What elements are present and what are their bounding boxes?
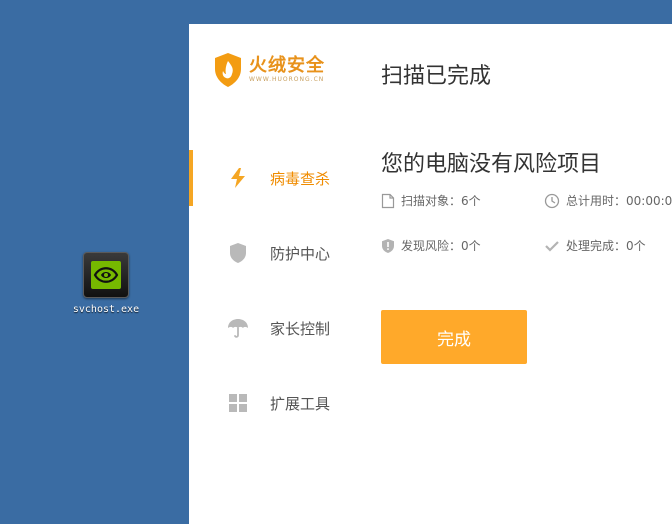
sidebar-nav: 病毒查杀 防护中心 家长控制 扩展工具 [189, 150, 359, 450]
stat-elapsed-text: 总计用时：00:00:08 [566, 194, 672, 208]
stat-scanned: 扫描对象：6个 [381, 192, 481, 209]
sidebar-item-label: 病毒查杀 [270, 170, 331, 188]
sidebar: 火绒安全 WWW.HUORONG.CN 病毒查杀 防护中心 家长控制 扩展工具 [189, 24, 359, 524]
shield-alert-icon [382, 238, 394, 253]
umbrella-icon [228, 319, 248, 338]
shield-flame-icon [215, 53, 241, 87]
logo: 火绒安全 WWW.HUORONG.CN [213, 52, 325, 88]
sidebar-item-virus-scan[interactable]: 病毒查杀 [189, 150, 359, 206]
document-icon [381, 193, 395, 208]
grid-icon [229, 394, 247, 412]
stat-risks: 发现风险：0个 [381, 237, 481, 254]
stat-handled-text: 处理完成：0个 [566, 239, 646, 253]
sidebar-item-parental-control[interactable]: 家长控制 [189, 300, 359, 356]
active-indicator [189, 150, 193, 206]
page-title: 扫描已完成 [381, 64, 492, 89]
app-window: 火绒安全 WWW.HUORONG.CN 病毒查杀 防护中心 家长控制 扩展工具 … [189, 24, 672, 524]
sidebar-item-label: 防护中心 [270, 245, 331, 263]
desktop-icon-svchost[interactable]: svchost.exe [62, 252, 150, 315]
check-icon [545, 240, 559, 252]
desktop-icon-label: svchost.exe [72, 304, 140, 315]
stat-handled: 处理完成：0个 [544, 237, 646, 254]
result-headline: 您的电脑没有风险项目 [381, 152, 602, 177]
stat-scanned-text: 扫描对象：6个 [401, 194, 481, 208]
sidebar-item-label: 扩展工具 [270, 395, 331, 413]
stat-risks-text: 发现风险：0个 [401, 239, 481, 253]
logo-text: 火绒安全 [249, 55, 325, 76]
stat-elapsed: 总计用时：00:00:08 [544, 192, 672, 209]
nvidia-icon [83, 252, 129, 298]
logo-subtitle: WWW.HUORONG.CN [249, 76, 325, 83]
lightning-icon [231, 168, 245, 188]
sidebar-item-protection-center[interactable]: 防护中心 [189, 225, 359, 281]
done-button[interactable]: 完成 [381, 310, 527, 364]
shield-icon [230, 243, 246, 263]
sidebar-item-label: 家长控制 [270, 320, 331, 338]
sidebar-item-extension-tools[interactable]: 扩展工具 [189, 375, 359, 431]
clock-icon [544, 193, 560, 208]
main-content: 扫描已完成 您的电脑没有风险项目 扫描对象：6个 总计用时：00:00:08 发… [381, 24, 672, 524]
